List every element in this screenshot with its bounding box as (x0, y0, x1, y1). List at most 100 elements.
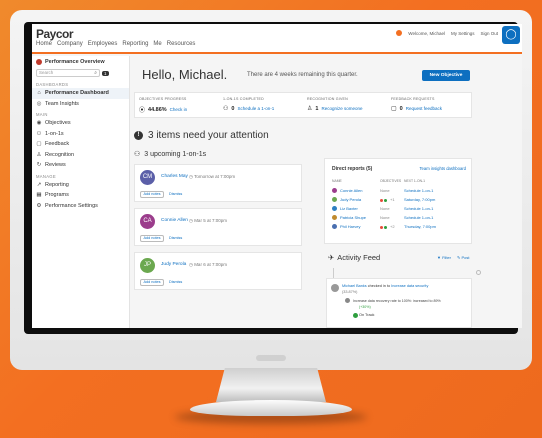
calendar-icon: ▦ (36, 192, 42, 199)
avatar (332, 206, 337, 211)
add-notes-button[interactable]: Add notes (140, 235, 164, 242)
screen: Paycor Home Company Employees Reporting … (32, 24, 522, 328)
meeting-time: ◷ Mar 6 at 7:00pm (189, 262, 227, 267)
sidebar-item-performance-settings[interactable]: ⚙ Performance Settings (32, 201, 129, 212)
main-content: Hello, Michael. There are 4 weeks remain… (130, 56, 522, 328)
search-input[interactable]: Search ⌕ (36, 69, 100, 77)
my-settings-link[interactable]: My Settings (451, 31, 475, 36)
dismiss-link[interactable]: Dismiss (169, 192, 182, 196)
table-row: Phil Harvey +2 Thursday, 7:00pm (332, 224, 468, 232)
nav-company[interactable]: Company (57, 41, 83, 47)
report-name-link[interactable]: Judy Perola (340, 197, 361, 202)
people-icon: ⚇ (223, 106, 229, 112)
top-nav: Home Company Employees Reporting Me Reso… (36, 41, 195, 47)
sidebar-item-objectives[interactable]: ◉ Objectives (32, 118, 129, 129)
search-icon: ⌕ (94, 70, 97, 76)
monitor-stand-base (190, 400, 352, 416)
avatar (332, 197, 337, 202)
status-badge: On Track (359, 313, 375, 317)
nav-resources[interactable]: Resources (167, 41, 196, 47)
chat-icon: ▢ (391, 106, 397, 112)
report-name-link[interactable]: Connie Allen (340, 188, 362, 193)
award-icon: ♙ (36, 151, 42, 158)
filter-button[interactable]: ▼ Filter (437, 255, 451, 260)
attention-heading: ! 3 items need your attention (134, 130, 269, 141)
schedule-1on1-link[interactable]: Schedule a 1-on-1 (237, 106, 274, 111)
sidebar-search: Search ⌕ 1 (32, 67, 129, 79)
notification-badge[interactable]: 1 (102, 70, 109, 76)
sign-out-link[interactable]: Sign Out (480, 31, 498, 36)
stat-recognition-given: RECOGNITION GIVEN ♙ 1 Recognize someone (307, 97, 363, 112)
next-1on1-link[interactable]: Schedule 1-on-1 (404, 188, 433, 193)
meeting-time: ◷ Mar 5 at 7:00pm (189, 218, 227, 223)
post-button[interactable]: ✎ Post (457, 255, 470, 260)
people-icon: ⚇ (134, 151, 141, 158)
chat-button[interactable]: ◯ (502, 26, 520, 44)
compass-icon: ◎ (36, 100, 42, 107)
person-name-link[interactable]: Charles May (161, 174, 188, 179)
one-on-one-card: CM Charles May ◷ Tomorrow at 7:00pm Add … (134, 164, 302, 202)
one-on-one-card: CA Connie Allen ◷ Mar 5 at 7:00pm Add no… (134, 208, 302, 246)
sidebar-item-programs[interactable]: ▦ Programs (32, 190, 129, 201)
sidebar-item-team-insights[interactable]: ◎ Team Insights (32, 99, 129, 110)
author-link[interactable]: Michael Banks (342, 284, 367, 288)
avatar (332, 188, 337, 193)
stat-objectives-progress: OBJECTIVES PROGRESS ⦿ 44.86% Check in (139, 97, 188, 114)
sidebar: Performance Overview Search ⌕ 1 DASHBOARD… (32, 56, 130, 328)
sidebar-item-reviews[interactable]: ↻ Reviews (32, 160, 129, 171)
one-on-one-card: JP Judy Perola ◷ Mar 6 at 7:00pm Add not… (134, 252, 302, 290)
stats-panel: OBJECTIVES PROGRESS ⦿ 44.86% Check in 1-ON… (134, 92, 472, 118)
welcome-text[interactable]: Welcome, Michael (408, 31, 445, 36)
report-name-link[interactable]: Patricia Shupe (340, 215, 366, 220)
key-result-icon (345, 298, 350, 303)
nav-me[interactable]: Me (153, 41, 161, 47)
report-name-link[interactable]: Phil Harvey (340, 224, 360, 229)
sidebar-item-performance-dashboard[interactable]: ⌂ Performance Dashboard (32, 88, 129, 99)
new-objective-button[interactable]: New Objective (422, 70, 470, 81)
chart-icon: ↗ (36, 181, 42, 188)
user-avatar[interactable] (396, 30, 403, 36)
sidebar-item-recognition[interactable]: ♙ Recognition (32, 150, 129, 161)
objective-link[interactable]: Increase data security (391, 284, 428, 288)
chat-icon: ▢ (36, 141, 42, 148)
sidebar-item-feedback[interactable]: ▢ Feedback (32, 139, 129, 150)
next-1on1-link[interactable]: Schedule 1-on-1 (404, 206, 433, 211)
gear-icon: ⚙ (36, 202, 42, 209)
stat-feedback-requests: FEEDBACK REQUESTS ▢ 0 Request feedback (391, 97, 443, 112)
avatar (331, 284, 339, 292)
greeting: Hello, Michael. (142, 67, 228, 82)
person-name-link[interactable]: Connie Allen (161, 218, 188, 223)
people-icon: ⚇ (36, 130, 42, 137)
next-1on1-link[interactable]: Thursday, 7:00pm (404, 224, 436, 229)
recognize-someone-link[interactable]: Recognize someone (321, 106, 362, 111)
paycor-logo[interactable]: Paycor (36, 27, 74, 41)
check-in-link[interactable]: Check in (170, 107, 188, 112)
table-row: Judy Perola +1 Saturday, 7:00pm (332, 197, 468, 205)
target-icon: ◉ (36, 120, 42, 127)
add-notes-button[interactable]: Add notes (140, 191, 164, 198)
nav-reporting[interactable]: Reporting (122, 41, 148, 47)
top-links: Welcome, Michael My Settings Sign Out (396, 30, 498, 36)
award-icon: ♙ (307, 106, 313, 112)
dismiss-link[interactable]: Dismiss (169, 280, 182, 284)
table-row: Liz Baxter None Schedule 1-on-1 (332, 206, 468, 214)
home-icon: ⌂ (37, 90, 41, 97)
top-bar: Paycor Home Company Employees Reporting … (32, 24, 522, 54)
next-1on1-link[interactable]: Schedule 1-on-1 (404, 215, 433, 220)
dismiss-link[interactable]: Dismiss (169, 236, 182, 240)
sidebar-item-1-on-1s[interactable]: ⚇ 1-on-1s (32, 129, 129, 140)
request-feedback-link[interactable]: Request feedback (406, 106, 442, 111)
feed-marker (476, 270, 481, 275)
team-insights-link[interactable]: Team insights dashboard (419, 166, 466, 171)
avatar: CA (140, 214, 155, 229)
nav-home[interactable]: Home (36, 41, 52, 47)
add-notes-button[interactable]: Add notes (140, 279, 164, 286)
report-name-link[interactable]: Liz Baxter (340, 206, 358, 211)
sidebar-app-title[interactable]: Performance Overview (32, 56, 129, 67)
meeting-time: ◷ Tomorrow at 7:00pm (189, 174, 236, 179)
pencil-icon: ✎ (457, 255, 461, 260)
sidebar-item-reporting[interactable]: ↗ Reporting (32, 180, 129, 191)
next-1on1-link[interactable]: Saturday, 7:00pm (404, 197, 435, 202)
nav-employees[interactable]: Employees (88, 41, 118, 47)
person-name-link[interactable]: Judy Perola (161, 262, 186, 267)
